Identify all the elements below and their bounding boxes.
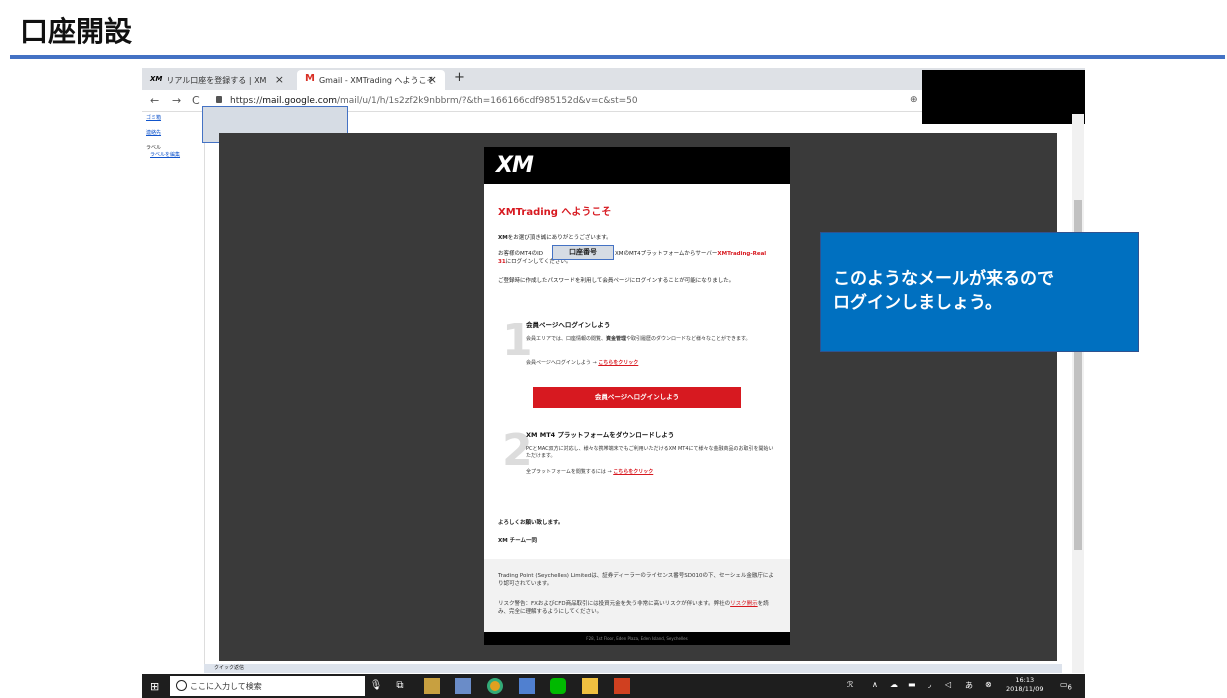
callout-line-1: このようなメールが来るので xyxy=(833,269,1054,289)
step1-body-bold: 資金管理 xyxy=(606,336,627,342)
tab-label: リアル口座を登録する | XM xyxy=(166,76,267,85)
people-icon[interactable]: ℛ xyxy=(847,680,853,689)
step2-link-prefix: 全プラットフォームを閲覧するには → xyxy=(526,469,614,475)
file-explorer-icon[interactable] xyxy=(582,678,598,694)
task-view-icon[interactable]: ⧉ xyxy=(392,678,408,694)
store-icon[interactable] xyxy=(424,678,440,694)
step1-title: 会員ページへログインしよう xyxy=(526,321,611,329)
microphone-icon[interactable]: 🎙 xyxy=(368,678,384,694)
server-text: XMのMT4プラットフォームからサーバー xyxy=(614,251,718,257)
powerpoint-icon[interactable] xyxy=(614,678,630,694)
account-number-placeholder: 口座番号 xyxy=(552,245,614,260)
step1-link-prefix: 会員ページへログインしよう → xyxy=(526,360,599,366)
close-tab-icon[interactable]: × xyxy=(275,73,284,86)
xm-favicon-icon: XM xyxy=(150,75,163,83)
chrome-icon[interactable] xyxy=(487,678,503,694)
mt4-id-label: お客様のMT4のID xyxy=(498,251,543,257)
volume-icon[interactable]: ◁ xyxy=(945,680,951,689)
team-signature: XM チーム一同 xyxy=(498,538,537,544)
scrollbar[interactable] xyxy=(1072,114,1084,673)
thanks-line: をお選び頂き誠にありがとうございます。 xyxy=(507,235,612,241)
battery-icon: ▬ xyxy=(908,680,916,689)
password-note: ご登録時に作成したパスワードを利用して会員ページにログインすることが可能になりま… xyxy=(498,278,735,284)
app-icon[interactable] xyxy=(455,678,471,694)
url-scheme: https:// xyxy=(230,96,263,106)
taskbar-search-box[interactable]: ここに入力して検索 xyxy=(170,676,365,696)
tab-gmail[interactable]: M Gmail - XMTrading へようこそ × xyxy=(297,70,445,90)
step2-title: XM MT4 プラットフォームをダウンロードしよう xyxy=(526,431,675,439)
step1-link-line: 会員ページへログインしよう → こちらをクリック xyxy=(526,360,776,367)
step2-click-link[interactable]: こちらをクリック xyxy=(613,469,653,475)
tab-xm-register[interactable]: XM リアル口座を登録する | XM × xyxy=(142,70,292,90)
brand-text: XM xyxy=(498,235,508,241)
search-placeholder: ここに入力して検索 xyxy=(190,682,262,691)
zoom-icon[interactable]: ⊕ xyxy=(910,95,918,105)
step1-body-b: や取引履歴のダウンロードなど様々なことができます。 xyxy=(626,336,751,342)
slide-title: 口座開設 xyxy=(20,15,133,48)
license-text: Trading Point (Seychelles) Limitedは、証券ディ… xyxy=(498,573,774,587)
step2-link-line: 全プラットフォームを閲覧するには → こちらをクリック xyxy=(526,469,776,476)
chevron-up-icon[interactable]: ∧ xyxy=(872,680,878,689)
forward-icon[interactable]: → xyxy=(172,94,181,107)
step1-body: 会員エリアでは、口座情報の閲覧、資金管理や取引履歴のダウンロードなど様々なことが… xyxy=(526,336,776,343)
close-tab-icon[interactable]: × xyxy=(428,73,437,86)
thanks-text: XMをお選び頂き誠にありがとうございます。 xyxy=(498,234,772,242)
url-field[interactable]: https://mail.google.com/mail/u/1/h/1s2zf… xyxy=(230,96,638,106)
labels-heading: ラベル xyxy=(146,145,162,151)
risk-disclosure-link[interactable]: リスク開示 xyxy=(730,601,758,607)
email-address-bar: F28, 1st Floor, Eden Plaza, Eden Island,… xyxy=(484,632,790,645)
clock-time: 16:13 xyxy=(1015,676,1035,684)
step1-body-a: 会員エリアでは、口座情報の閲覧、 xyxy=(526,336,607,342)
clock-date: 2018/11/09 xyxy=(1006,685,1044,693)
quick-reply-bar[interactable]: クイック返信 xyxy=(204,664,1062,673)
back-icon[interactable]: ← xyxy=(150,94,159,107)
login-instructions: お客様のMT4のID XMのMT4プラットフォームからサーバーXMTrading-… xyxy=(498,250,772,266)
nav-link-trash[interactable]: ゴミ箱 xyxy=(146,114,161,121)
title-underline xyxy=(10,55,1225,59)
gmail-left-nav: ゴミ箱 連絡先 ラベル ラベルを編集 xyxy=(142,114,204,673)
url-host: mail.google.com xyxy=(262,96,337,106)
instruction-callout: このようなメールが来るので ログインしましょう。 xyxy=(820,232,1139,352)
risk-warning: リスク警告：FXおよびCFD商品取引には投資元金を失う非常に高いリスクが伴います… xyxy=(498,600,778,616)
regards-text: よろしくお願い致します。 xyxy=(498,520,564,526)
xm-logo: XM xyxy=(496,153,534,178)
edit-labels-link[interactable]: ラベルを編集 xyxy=(150,151,180,158)
notification-icon[interactable]: ▭6 xyxy=(1060,680,1072,692)
reload-icon[interactable]: C xyxy=(192,94,200,107)
callout-line-2: ログインしましょう。 xyxy=(833,293,1002,313)
step1-click-link[interactable]: こちらをクリック xyxy=(598,360,638,366)
onedrive-icon[interactable]: ☁ xyxy=(890,680,898,689)
tab-label: Gmail - XMTrading へようこそ xyxy=(318,76,435,85)
redaction-block xyxy=(922,70,1085,124)
line-app-icon[interactable] xyxy=(550,678,566,694)
wifi-icon[interactable]: ◞ xyxy=(928,680,931,689)
status-icon[interactable]: ⊗ xyxy=(985,680,992,689)
new-tab-button[interactable]: + xyxy=(454,70,465,85)
gmail-favicon-icon: M xyxy=(305,73,315,84)
email-header: XM xyxy=(484,147,790,184)
xm-welcome-email: XM XMTrading へようこそ XMをお選び頂き誠にありがとうございます。… xyxy=(484,147,790,645)
notification-count: 6 xyxy=(1067,683,1072,692)
nav-link-contacts[interactable]: 連絡先 xyxy=(146,129,161,136)
app-icon[interactable] xyxy=(519,678,535,694)
step2-body: PCとMAC双方に対応し、様々な携帯端末でもご利用いただけるXM MT4にて様々… xyxy=(526,446,774,459)
taskbar-clock[interactable]: 16:13 2018/11/09 xyxy=(1006,676,1043,694)
url-path: /mail/u/1/h/1s2zf2k9nbbrm/?&th=166166cdf… xyxy=(336,96,638,106)
lock-icon xyxy=(216,96,222,103)
input-method-icon[interactable]: あ xyxy=(965,680,973,691)
email-footer: Trading Point (Seychelles) Limitedは、証券ディ… xyxy=(484,559,790,632)
windows-start-icon[interactable]: ⊞ xyxy=(150,680,159,693)
risk-warning-a: リスク警告：FXおよびCFD商品取引には投資元金を失う非常に高いリスクが伴います… xyxy=(498,601,731,607)
cortana-icon xyxy=(176,680,187,691)
windows-taskbar: ⊞ ここに入力して検索 🎙 ⧉ ℛ ∧ ☁ ▬ ◞ ◁ あ ⊗ 16:13 20… xyxy=(142,674,1085,698)
email-welcome-heading: XMTrading へようこそ xyxy=(498,207,612,218)
member-login-button[interactable]: 会員ページへログインしよう xyxy=(533,387,741,408)
